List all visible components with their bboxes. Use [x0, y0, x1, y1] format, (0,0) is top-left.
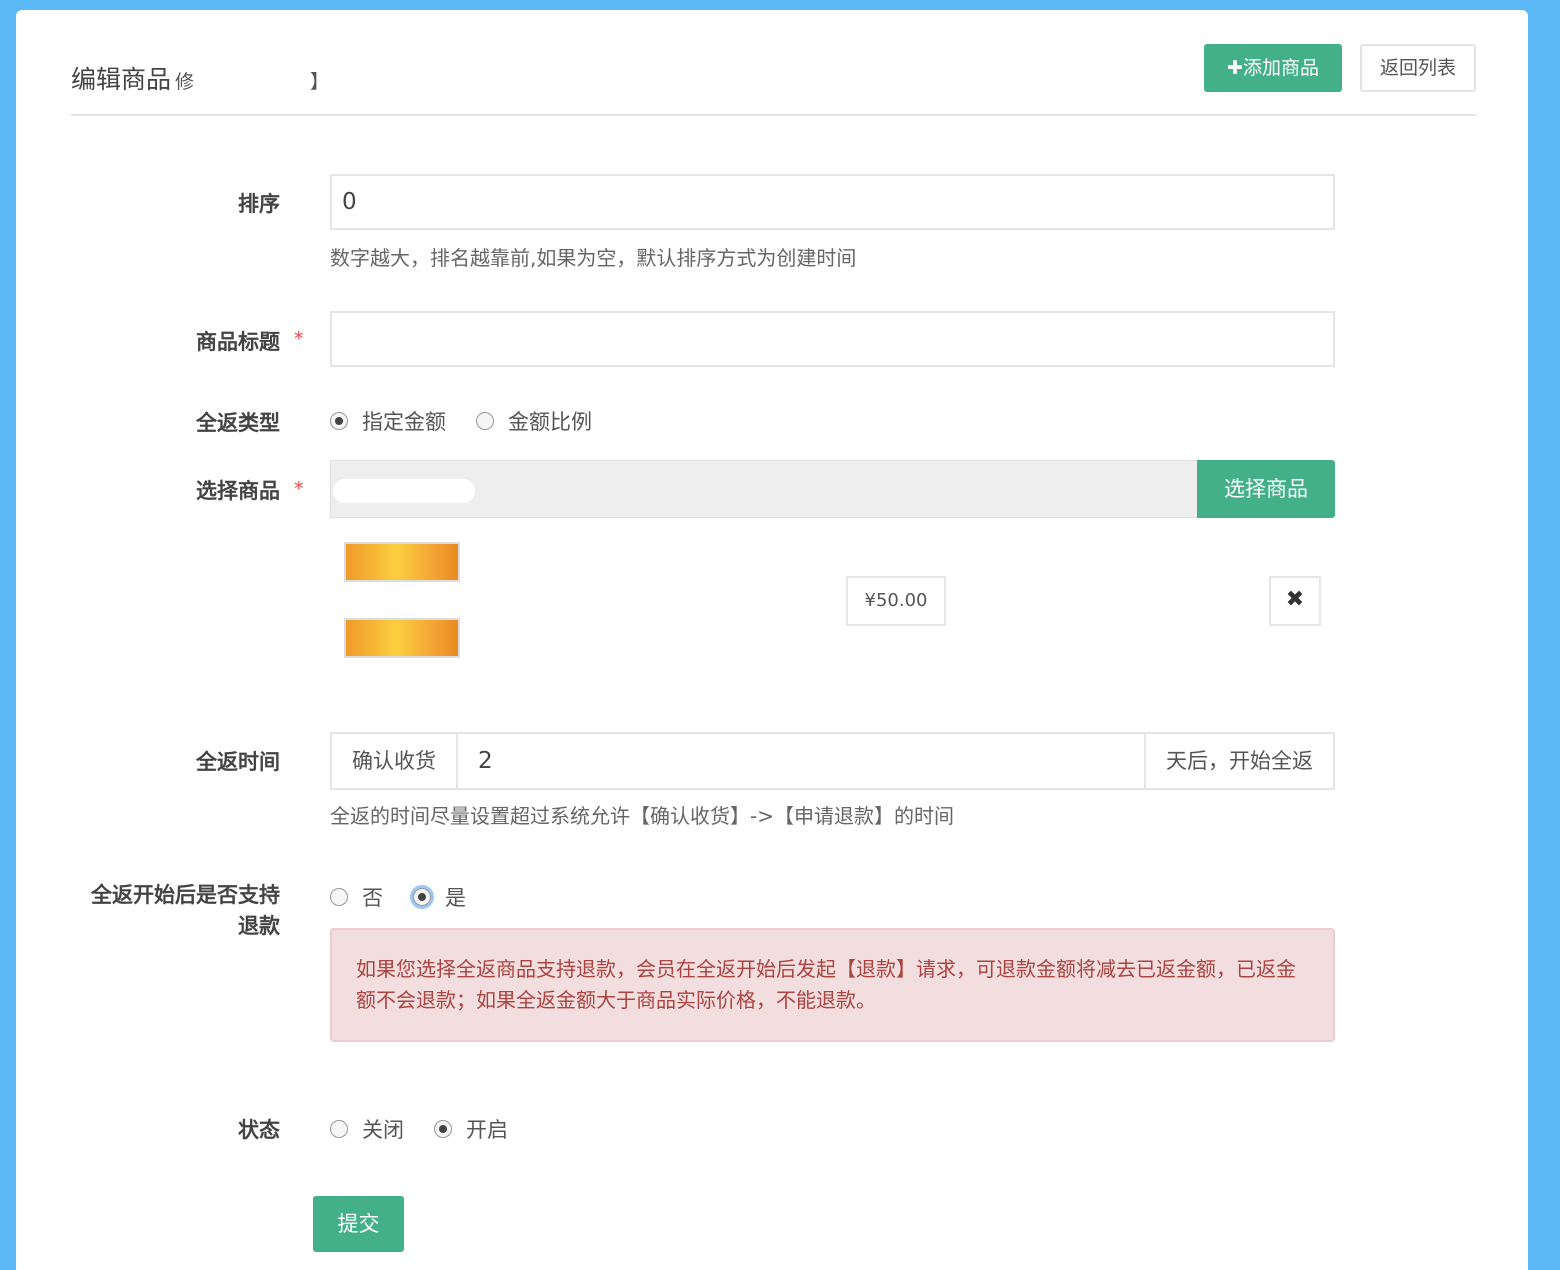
radio-amount-ratio-label[interactable]: 金额比例 [508, 406, 592, 436]
sort-label: 排序 [238, 192, 280, 216]
goods-name-redacted [333, 479, 475, 503]
radio-refund-yes-label[interactable]: 是 [445, 882, 466, 912]
required-mark: * [294, 328, 304, 350]
selected-goods-display [330, 460, 1198, 518]
refund-support-radio-group: 否 是 [330, 882, 496, 912]
refund-alert: 如果您选择全返商品支持退款，会员在全返开始后发起【退款】请求，可退款金额将减去已… [330, 928, 1335, 1042]
status-label: 状态 [238, 1118, 280, 1142]
submit-button[interactable]: 提交 [313, 1196, 404, 1252]
radio-fixed-amount-label[interactable]: 指定金额 [362, 406, 446, 436]
goods-title-label: 商品标题 [196, 330, 280, 354]
page-subtitle: 修】 [175, 71, 330, 93]
sort-input[interactable]: 0 [330, 174, 1335, 230]
remove-goods-button[interactable]: ✖ [1269, 576, 1321, 626]
close-icon: ✖ [1285, 587, 1305, 612]
radio-status-on-label[interactable]: 开启 [466, 1114, 508, 1144]
radio-status-off[interactable] [330, 1120, 348, 1138]
radio-refund-no[interactable] [330, 888, 348, 906]
return-time-label: 全返时间 [196, 750, 280, 774]
radio-refund-yes[interactable] [413, 888, 431, 906]
sort-help-text: 数字越大，排名越靠前,如果为空，默认排序方式为创建时间 [330, 246, 857, 270]
panel-header: 编辑商品修】 ✚添加商品 返回列表 [71, 10, 1476, 116]
return-time-prefix: 确认收货 [332, 734, 458, 788]
page-title-text: 编辑商品 [71, 65, 172, 94]
return-type-label: 全返类型 [196, 411, 280, 435]
return-time-input-group: 确认收货 2 天后，开始全返 [330, 732, 1335, 790]
radio-status-on[interactable] [434, 1120, 452, 1138]
return-time-suffix: 天后，开始全返 [1144, 734, 1333, 788]
radio-status-off-label[interactable]: 关闭 [362, 1114, 404, 1144]
radio-amount-ratio[interactable] [476, 412, 494, 430]
edit-goods-panel: 编辑商品修】 ✚添加商品 返回列表 排序 0 数字越大，排名越靠前,如果为空，默… [16, 10, 1528, 1270]
status-radio-group: 关闭 开启 [330, 1114, 538, 1144]
back-to-list-button[interactable]: 返回列表 [1360, 44, 1476, 92]
goods-price: ¥50.00 [846, 576, 946, 626]
add-goods-button[interactable]: ✚添加商品 [1204, 44, 1342, 92]
select-goods-button[interactable]: 选择商品 [1197, 460, 1335, 518]
subtitle-redacted [194, 73, 311, 92]
goods-thumbnail [344, 542, 460, 582]
return-type-radio-group: 指定金额 金额比例 [330, 406, 622, 436]
return-time-help-text: 全返的时间尽量设置超过系统允许【确认收货】->【申请退款】的时间 [330, 804, 954, 828]
radio-refund-no-label[interactable]: 否 [362, 882, 383, 912]
page-title: 编辑商品修】 [71, 60, 329, 96]
goods-title-input[interactable] [330, 311, 1335, 367]
goods-thumbnail [344, 618, 460, 658]
radio-fixed-amount[interactable] [330, 412, 348, 430]
refund-support-label: 全返开始后是否支持退款 [91, 883, 280, 938]
select-goods-label: 选择商品 [196, 479, 280, 503]
required-mark: * [294, 478, 304, 500]
return-days-input[interactable]: 2 [458, 734, 1144, 788]
